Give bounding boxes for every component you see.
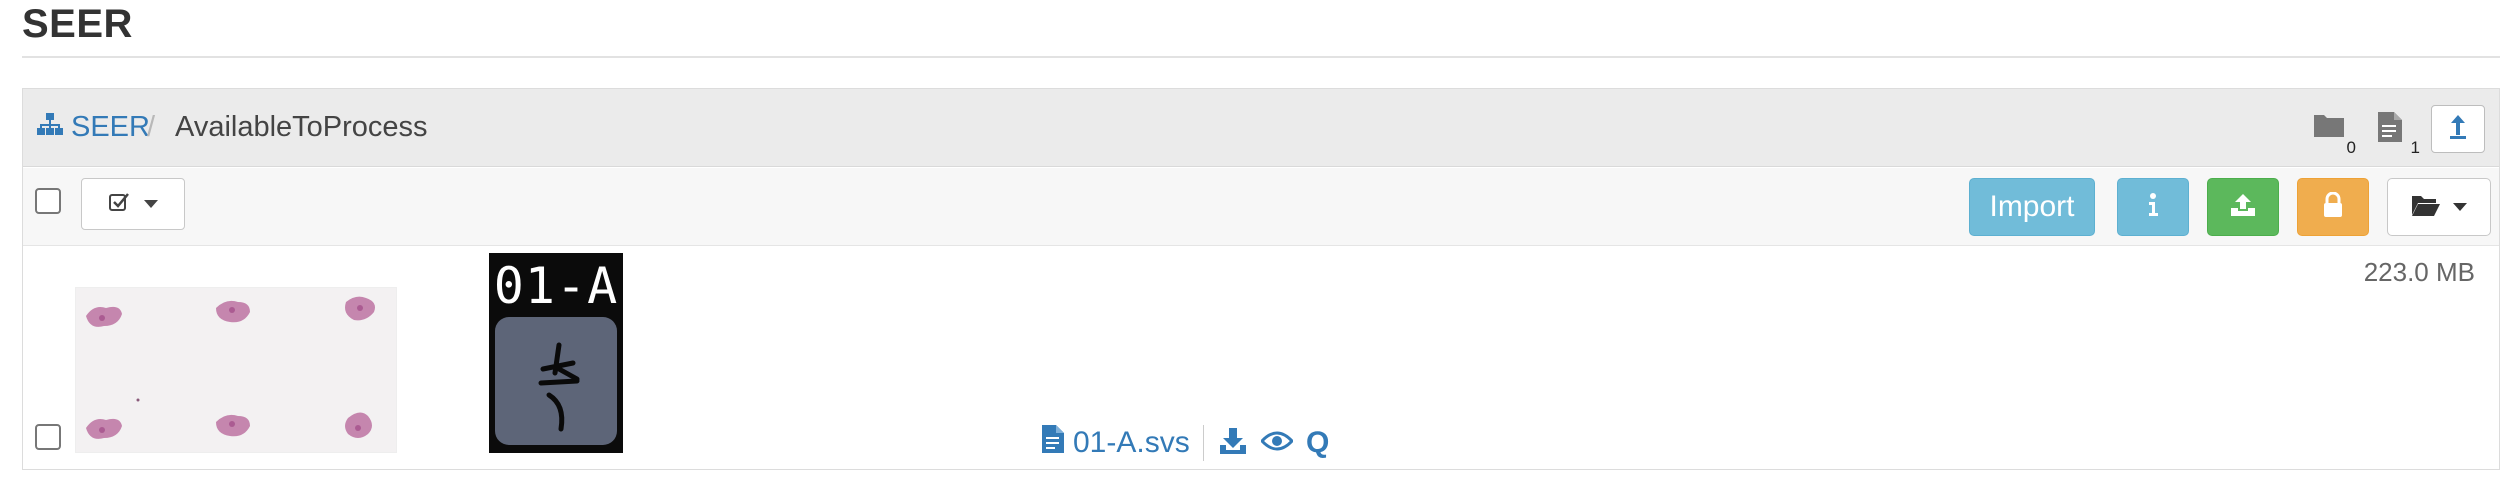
breadcrumb-current: AvailableToProcess	[175, 111, 428, 143]
page-title: SEER	[22, 2, 133, 46]
upload-button[interactable]	[2207, 178, 2279, 236]
import-button[interactable]: Import	[1969, 178, 2095, 236]
download-icon	[1219, 427, 1247, 460]
folder-open-icon	[2411, 193, 2441, 222]
label-handwriting	[538, 342, 580, 432]
info-icon	[2148, 192, 2158, 222]
select-all-checkbox[interactable]	[35, 188, 61, 214]
breadcrumb-root-label: SEER	[71, 110, 150, 143]
slide-label-image[interactable]: 01-A	[489, 253, 623, 453]
label-image-text: 01-A	[493, 257, 619, 315]
upload-icon	[2230, 193, 2256, 222]
file-row-checkbox[interactable]	[35, 424, 61, 450]
folder-count: 0	[2313, 111, 2357, 157]
folder-count-badge: 0	[2345, 138, 2357, 157]
selection-dropdown[interactable]	[81, 178, 185, 230]
download-button[interactable]	[1219, 425, 1247, 461]
breadcrumb-separator: /	[147, 111, 156, 143]
check-square-icon	[108, 191, 130, 218]
lock-button[interactable]	[2297, 178, 2369, 236]
eye-icon	[1259, 430, 1295, 457]
caret-down-icon	[144, 195, 158, 213]
slide-thumbnail[interactable]	[75, 287, 397, 453]
file-text-icon	[1041, 424, 1073, 462]
breadcrumb: SEER / AvailableToProcess 0 1	[23, 89, 2499, 167]
title-divider	[22, 56, 2500, 58]
lock-icon	[2322, 191, 2344, 223]
file-size: 223.0 MB	[2363, 257, 2475, 287]
file-name: 01-A.svs	[1073, 426, 1190, 459]
file-count: 1	[2377, 111, 2421, 157]
file-name-link[interactable]: 01-A.svs	[1041, 423, 1190, 463]
action-divider	[1203, 425, 1204, 461]
file-browser-panel: SEER / AvailableToProcess 0 1 Import 223…	[22, 88, 2500, 470]
view-button[interactable]	[1259, 425, 1295, 461]
toolbar: Import	[23, 168, 2499, 246]
go-up-button[interactable]	[2431, 105, 2485, 153]
quick-analysis-button[interactable]: Q	[1306, 425, 1329, 461]
info-button[interactable]	[2117, 178, 2189, 236]
sitemap-icon	[37, 111, 71, 144]
folder-actions-dropdown[interactable]	[2387, 178, 2491, 236]
upload-arrow-icon	[2449, 114, 2467, 145]
breadcrumb-root-link[interactable]: SEER	[37, 109, 150, 145]
file-count-badge: 1	[2409, 138, 2421, 157]
caret-down-icon	[2453, 198, 2467, 216]
